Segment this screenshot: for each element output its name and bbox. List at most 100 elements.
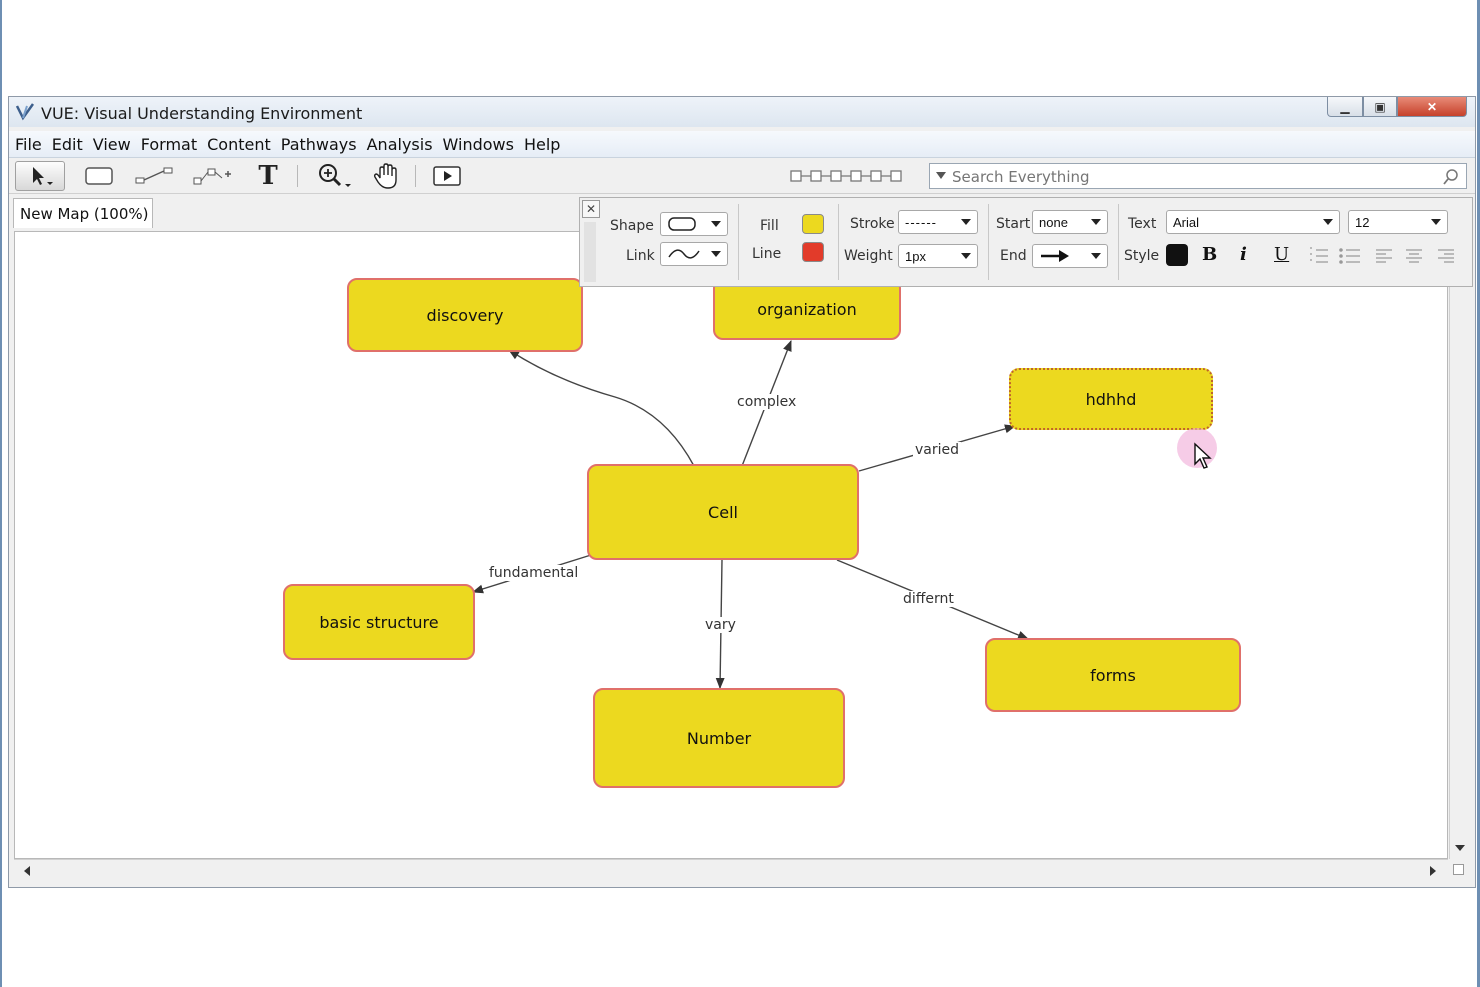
search-icon[interactable]: [1442, 168, 1460, 186]
hierarchy-link-icon: [193, 168, 231, 185]
app-window: VUE: Visual Understanding Environment ▁ …: [8, 96, 1476, 888]
pathway-chain-button[interactable]: [789, 161, 917, 191]
weight-value: 1px: [905, 248, 926, 264]
weight-label: Weight: [844, 248, 893, 264]
shape-label: Shape: [610, 218, 654, 234]
menu-pathways[interactable]: Pathways: [277, 135, 361, 154]
node-organization[interactable]: organization: [713, 278, 901, 340]
stroke-dropdown[interactable]: ------: [898, 210, 978, 234]
mouse-cursor-icon: [1194, 442, 1212, 469]
map-canvas[interactable]: complex varied fundamental vary differnt…: [14, 231, 1448, 859]
italic-button[interactable]: i: [1240, 244, 1247, 265]
ontology-tool-button[interactable]: [191, 161, 235, 191]
scroll-down-icon[interactable]: [1454, 843, 1466, 853]
font-size-value: 12: [1355, 214, 1370, 230]
close-panel-button[interactable]: ✕: [582, 200, 600, 218]
menu-edit[interactable]: Edit: [48, 135, 87, 154]
fill-color-swatch[interactable]: [802, 214, 824, 234]
horizontal-scrollbar[interactable]: [14, 859, 1448, 882]
toolbar-separator: [415, 165, 416, 187]
text-label: Text: [1128, 216, 1157, 232]
align-right-icon: [1438, 249, 1454, 263]
text-tool-button[interactable]: T: [253, 161, 283, 191]
font-dropdown[interactable]: Arial: [1166, 210, 1340, 234]
pathway-chain-icon: [790, 170, 902, 182]
link-icon: [135, 167, 173, 184]
arrow-pointer-icon: [33, 167, 53, 185]
node-hdhhd[interactable]: hdhhd: [1009, 368, 1213, 430]
underline-button[interactable]: U: [1274, 244, 1289, 265]
fill-label: Fill: [760, 218, 779, 234]
panel-separator: [988, 204, 989, 280]
panel-separator: [738, 204, 739, 280]
pan-tool-button[interactable]: [369, 161, 405, 191]
hand-icon: [373, 163, 397, 189]
toolbar-separator: [297, 165, 298, 187]
tab-new-map[interactable]: New Map (100%): [13, 198, 153, 228]
curve-link-icon: [668, 249, 700, 259]
style-label: Style: [1124, 248, 1160, 264]
link-label-fundamental[interactable]: fundamental: [487, 565, 581, 581]
close-icon: ✕: [1426, 99, 1438, 114]
presentation-play-button[interactable]: [429, 161, 465, 191]
shape-dropdown[interactable]: [660, 212, 728, 236]
zoom-tool-button[interactable]: [313, 161, 357, 191]
link-style-dropdown[interactable]: [660, 242, 728, 266]
font-value: Arial: [1173, 214, 1200, 230]
chevron-down-icon: [711, 251, 721, 257]
node-cell[interactable]: Cell: [587, 464, 859, 560]
node-forms[interactable]: forms: [985, 638, 1241, 712]
align-center-icon: [1406, 249, 1422, 263]
bullet-list-icon: [1339, 248, 1360, 264]
link-label-differnt[interactable]: differnt: [901, 591, 956, 607]
scroll-right-icon[interactable]: [1428, 865, 1438, 877]
node-tool-button[interactable]: [81, 161, 117, 191]
link-tool-button[interactable]: [133, 161, 177, 191]
text-color-swatch[interactable]: [1166, 244, 1188, 266]
line-label: Line: [752, 246, 782, 262]
close-icon: ✕: [585, 202, 597, 216]
chevron-down-icon: [961, 253, 971, 259]
node-basic-structure[interactable]: basic structure: [283, 584, 475, 660]
scroll-left-icon[interactable]: [22, 865, 32, 877]
link-label-complex[interactable]: complex: [735, 394, 799, 410]
corner-icon: [1453, 864, 1464, 875]
node-number[interactable]: Number: [593, 688, 845, 788]
close-button[interactable]: ✕: [1397, 97, 1467, 117]
font-size-dropdown[interactable]: 12: [1348, 210, 1448, 234]
node-discovery[interactable]: discovery: [347, 278, 583, 352]
vue-logo-icon: [15, 103, 35, 121]
play-icon: [433, 166, 461, 186]
minimize-button[interactable]: ▁: [1327, 97, 1363, 117]
arrow-right-icon: [1041, 250, 1069, 262]
maximize-icon: ▣: [1374, 99, 1386, 114]
link-label-varied[interactable]: varied: [913, 442, 962, 458]
menu-format[interactable]: Format: [137, 135, 201, 154]
text-t-icon: T: [258, 161, 278, 191]
menu-content[interactable]: Content: [203, 135, 275, 154]
menu-help[interactable]: Help: [520, 135, 564, 154]
line-color-swatch[interactable]: [802, 242, 824, 262]
link-label-vary[interactable]: vary: [703, 617, 738, 633]
chevron-down-icon: [1091, 253, 1101, 259]
start-arrow-dropdown[interactable]: none: [1032, 210, 1108, 234]
end-arrow-dropdown[interactable]: [1032, 244, 1108, 268]
menu-file[interactable]: File: [11, 135, 46, 154]
search-dropdown-icon[interactable]: [934, 170, 948, 182]
link-cell-discovery[interactable]: [508, 349, 695, 467]
search-box: [929, 163, 1467, 189]
vertical-scrollbar[interactable]: [1449, 231, 1470, 859]
maximize-button[interactable]: ▣: [1363, 97, 1397, 117]
selection-tool-button[interactable]: [15, 161, 65, 191]
menu-analysis[interactable]: Analysis: [363, 135, 437, 154]
weight-dropdown[interactable]: 1px: [898, 244, 978, 268]
search-input[interactable]: [952, 168, 1432, 186]
panel-separator: [1118, 204, 1119, 280]
align-left-icon: [1376, 249, 1392, 263]
bold-button[interactable]: B: [1202, 244, 1217, 265]
menu-windows[interactable]: Windows: [439, 135, 518, 154]
menu-view[interactable]: View: [89, 135, 135, 154]
scroll-corner: [1449, 859, 1469, 881]
numbered-list-icon: [1310, 247, 1328, 263]
rectangle-node-icon: [85, 167, 113, 185]
